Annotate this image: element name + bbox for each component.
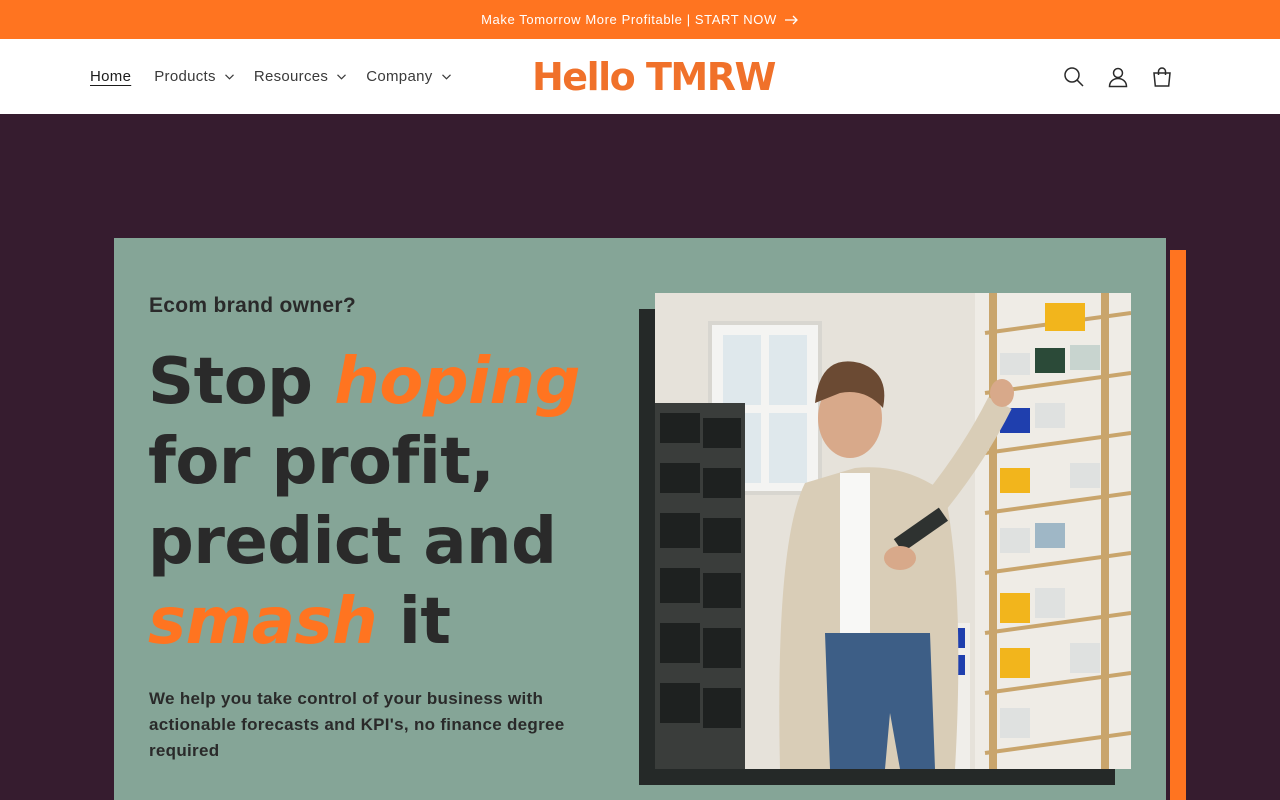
header-actions bbox=[1052, 39, 1184, 114]
headline-for-profit: for profit, bbox=[148, 425, 495, 499]
chevron-down-icon bbox=[441, 73, 451, 80]
site-header: Home Products Resources Company Hello TM… bbox=[0, 39, 1280, 114]
nav-resources[interactable]: Resources bbox=[253, 68, 347, 85]
hero-headline: Stop hoping for profit, predict and smas… bbox=[148, 342, 628, 662]
account-icon bbox=[1108, 67, 1128, 87]
hero-photo bbox=[655, 293, 1131, 769]
search-icon bbox=[1064, 66, 1084, 87]
headline-it: it bbox=[398, 585, 451, 659]
chevron-down-icon bbox=[337, 73, 347, 80]
headline-hoping: hoping bbox=[334, 345, 580, 419]
search-button[interactable] bbox=[1052, 55, 1096, 99]
site-logo[interactable]: Hello TMRW bbox=[532, 56, 776, 98]
nav-company[interactable]: Company bbox=[366, 68, 451, 85]
cart-icon bbox=[1153, 66, 1171, 87]
headline-smash: smash bbox=[148, 585, 378, 659]
hero-subtext: We help you take control of your busines… bbox=[149, 689, 565, 760]
arrow-right-icon bbox=[784, 15, 798, 24]
headline-predict-and: predict and bbox=[148, 505, 557, 579]
headline-stop: Stop bbox=[148, 345, 313, 419]
decorative-orange-bar bbox=[1170, 250, 1186, 800]
announcement-bar[interactable]: Make Tomorrow More Profitable | START NO… bbox=[0, 0, 1280, 39]
account-button[interactable] bbox=[1096, 55, 1140, 99]
hero-eyebrow: Ecom brand owner? bbox=[149, 294, 356, 317]
nav-resources-label: Resources bbox=[253, 68, 329, 85]
chevron-down-icon bbox=[224, 73, 234, 80]
cart-button[interactable] bbox=[1140, 55, 1184, 99]
nav-products-label: Products bbox=[154, 68, 216, 85]
nav-company-label: Company bbox=[366, 68, 433, 85]
nav-products[interactable]: Products bbox=[154, 68, 234, 85]
main-nav: Home Products Resources Company bbox=[90, 39, 471, 114]
nav-home[interactable]: Home bbox=[90, 68, 131, 85]
hero-photo-illustration bbox=[655, 293, 1131, 769]
announcement-text: Make Tomorrow More Profitable | START NO… bbox=[481, 12, 777, 27]
